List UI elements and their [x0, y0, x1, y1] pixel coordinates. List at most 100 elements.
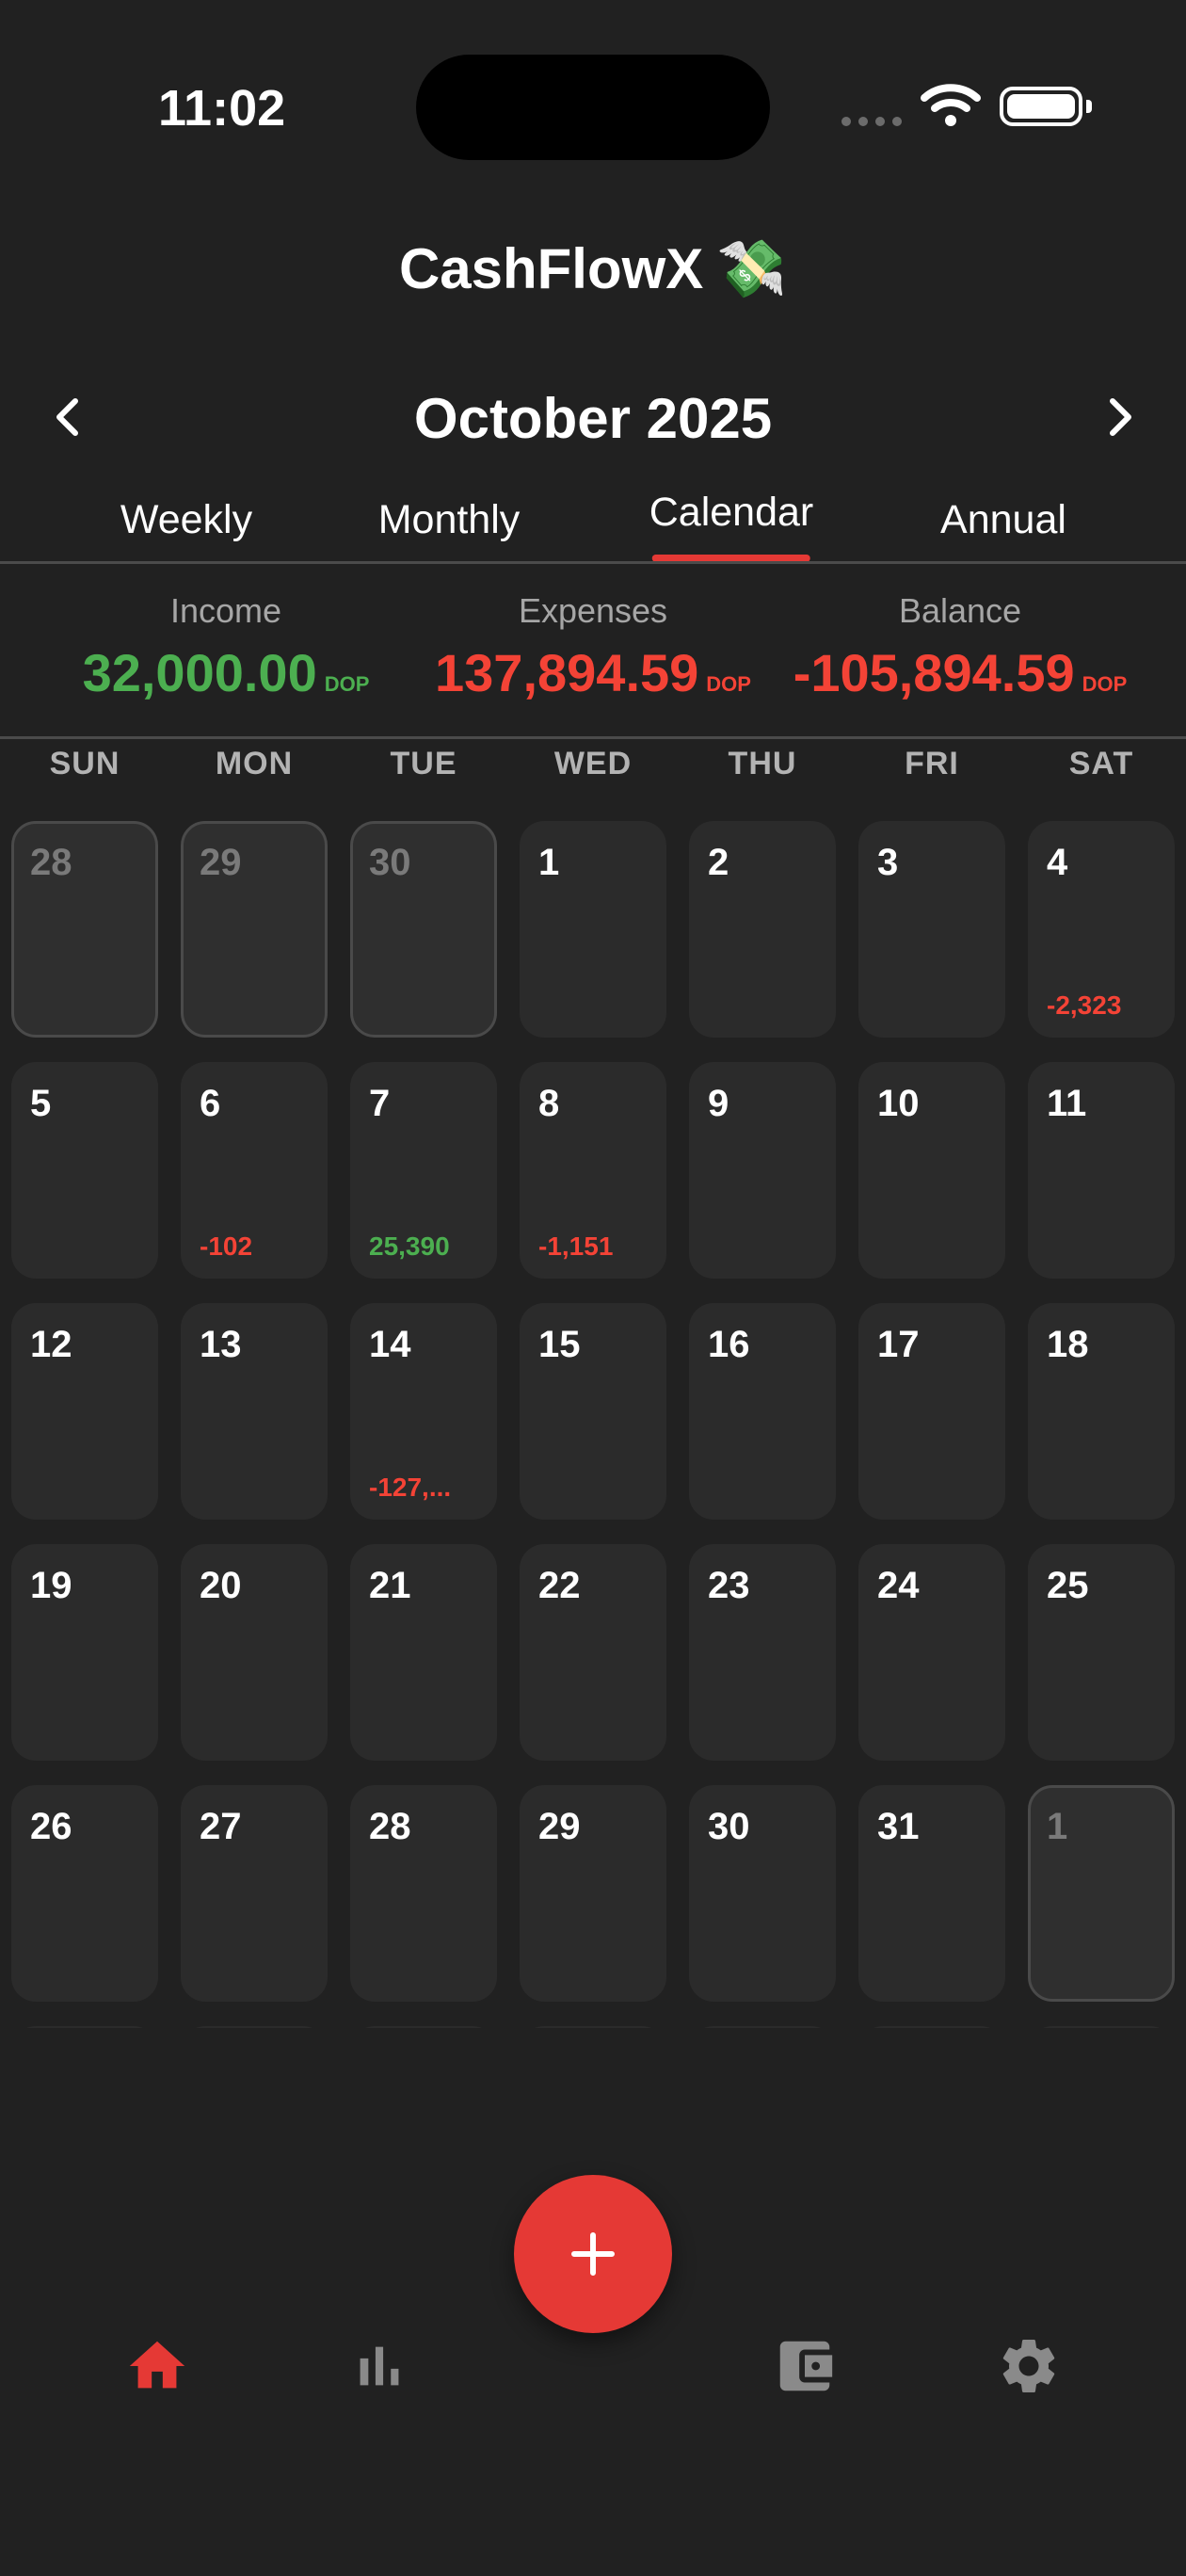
calendar-day[interactable]: 8 -1,151 [520, 1062, 666, 1279]
expenses-currency: DOP [706, 672, 751, 696]
calendar-day[interactable] [181, 2026, 328, 2028]
signal-icon [841, 117, 902, 126]
day-number: 5 [30, 1083, 52, 1124]
day-number: 2 [708, 842, 729, 883]
divider [0, 561, 1186, 564]
add-transaction-button[interactable] [514, 2175, 672, 2333]
calendar-day[interactable]: 18 [1028, 1303, 1175, 1520]
expenses-label: Expenses [518, 591, 668, 630]
calendar-day[interactable]: 3 [858, 821, 1005, 1038]
calendar-day[interactable]: 13 [181, 1303, 328, 1520]
calendar-day[interactable]: 4 -2,323 [1028, 821, 1175, 1038]
calendar-day[interactable]: 7 25,390 [350, 1062, 497, 1279]
calendar-day[interactable]: 5 [11, 1062, 158, 1279]
day-number: 15 [538, 1324, 581, 1365]
chevron-right-icon[interactable] [1096, 394, 1143, 441]
calendar-day[interactable]: 29 [520, 1785, 666, 2002]
calendar-day[interactable] [858, 2026, 1005, 2028]
calendar-day[interactable]: 19 [11, 1544, 158, 1761]
tab-annual[interactable]: Annual [940, 497, 1066, 543]
calendar-day[interactable]: 22 [520, 1544, 666, 1761]
day-number: 8 [538, 1083, 560, 1124]
calendar-day-outside-month[interactable]: 1 [1028, 1785, 1175, 2002]
nav-settings[interactable] [996, 2333, 1062, 2399]
day-number: 10 [877, 1083, 920, 1124]
day-number: 1 [1047, 1806, 1068, 1847]
day-number: 12 [30, 1324, 72, 1365]
calendar-day[interactable]: 11 [1028, 1062, 1175, 1279]
day-number: 13 [200, 1324, 242, 1365]
calendar-day[interactable]: 12 [11, 1303, 158, 1520]
day-amount: -102 [200, 1232, 253, 1261]
day-number: 30 [369, 842, 411, 883]
calendar-day[interactable]: 17 [858, 1303, 1005, 1520]
weekday-label: THU [728, 746, 797, 781]
calendar-day[interactable]: 15 [520, 1303, 666, 1520]
nav-stats[interactable] [346, 2333, 412, 2399]
calendar-day[interactable]: 1 [520, 821, 666, 1038]
calendar-day[interactable] [520, 2026, 666, 2028]
calendar-day[interactable]: 9 [689, 1062, 836, 1279]
battery-icon [1000, 87, 1092, 126]
balance-summary: Balance -105,894.59 DOP [793, 591, 1128, 703]
day-number: 24 [877, 1565, 920, 1606]
calendar-day[interactable]: 30 [689, 1785, 836, 2002]
calendar-day[interactable] [350, 2026, 497, 2028]
day-number: 7 [369, 1083, 391, 1124]
day-number: 31 [877, 1806, 920, 1847]
day-number: 9 [708, 1083, 729, 1124]
calendar-day[interactable]: 23 [689, 1544, 836, 1761]
bar-chart-icon [360, 2346, 399, 2386]
income-summary: Income 32,000.00 DOP [83, 591, 370, 703]
calendar-day[interactable]: 6 -102 [181, 1062, 328, 1279]
tab-weekly[interactable]: Weekly [120, 497, 252, 543]
calendar-day[interactable] [11, 2026, 158, 2028]
expenses-value: 137,894.59 [435, 643, 699, 702]
weekday-label: SAT [1068, 746, 1134, 781]
day-number: 1 [538, 842, 560, 883]
calendar-day[interactable]: 24 [858, 1544, 1005, 1761]
tab-calendar[interactable]: Calendar [649, 490, 813, 562]
calendar-day[interactable]: 28 [350, 1785, 497, 2002]
calendar-day[interactable]: 25 [1028, 1544, 1175, 1761]
day-number: 11 [1047, 1083, 1087, 1124]
wallet-icon [779, 2341, 833, 2391]
income-value: 32,000.00 [82, 643, 317, 702]
calendar-day[interactable]: 14 -127,... [350, 1303, 497, 1520]
calendar-day[interactable]: 26 [11, 1785, 158, 2002]
day-number: 29 [200, 842, 242, 883]
day-amount: 25,390 [369, 1232, 450, 1261]
day-number: 25 [1047, 1565, 1089, 1606]
day-number: 27 [200, 1806, 242, 1847]
nav-home[interactable] [124, 2333, 190, 2399]
calendar-day-outside-month[interactable]: 28 [11, 821, 158, 1038]
day-number: 23 [708, 1565, 750, 1606]
calendar-day[interactable]: 16 [689, 1303, 836, 1520]
calendar-day[interactable] [689, 2026, 836, 2028]
balance-label: Balance [898, 591, 1022, 630]
app-title-text: CashFlowX [398, 237, 704, 300]
day-number: 21 [369, 1565, 411, 1606]
balance-value: -105,894.59 [793, 643, 1075, 702]
weekday-label: MON [215, 746, 294, 781]
day-number: 29 [538, 1806, 581, 1847]
calendar-grid: 28 29 30 1 2 3 4 -2,323 5 6 -102 7 25,390 8 -1,151 9 10 1… [0, 810, 1186, 2028]
view-tabs: Weekly Monthly Calendar Annual [0, 490, 1186, 565]
calendar-day[interactable]: 20 [181, 1544, 328, 1761]
plus-icon [571, 2232, 615, 2276]
calendar-day[interactable]: 2 [689, 821, 836, 1038]
day-number: 6 [200, 1083, 221, 1124]
income-currency: DOP [324, 672, 370, 696]
day-number: 26 [30, 1806, 72, 1847]
calendar-day[interactable]: 10 [858, 1062, 1005, 1279]
calendar-day-outside-month[interactable]: 30 [350, 821, 497, 1038]
calendar-day[interactable]: 27 [181, 1785, 328, 2002]
calendar-day[interactable] [1028, 2026, 1175, 2028]
calendar-day[interactable]: 21 [350, 1544, 497, 1761]
calendar-day[interactable]: 31 [858, 1785, 1005, 2002]
calendar-day-outside-month[interactable]: 29 [181, 821, 328, 1038]
tab-monthly[interactable]: Monthly [378, 497, 521, 543]
nav-wallet[interactable] [772, 2333, 838, 2399]
day-number: 17 [877, 1324, 920, 1365]
day-number: 20 [200, 1565, 242, 1606]
